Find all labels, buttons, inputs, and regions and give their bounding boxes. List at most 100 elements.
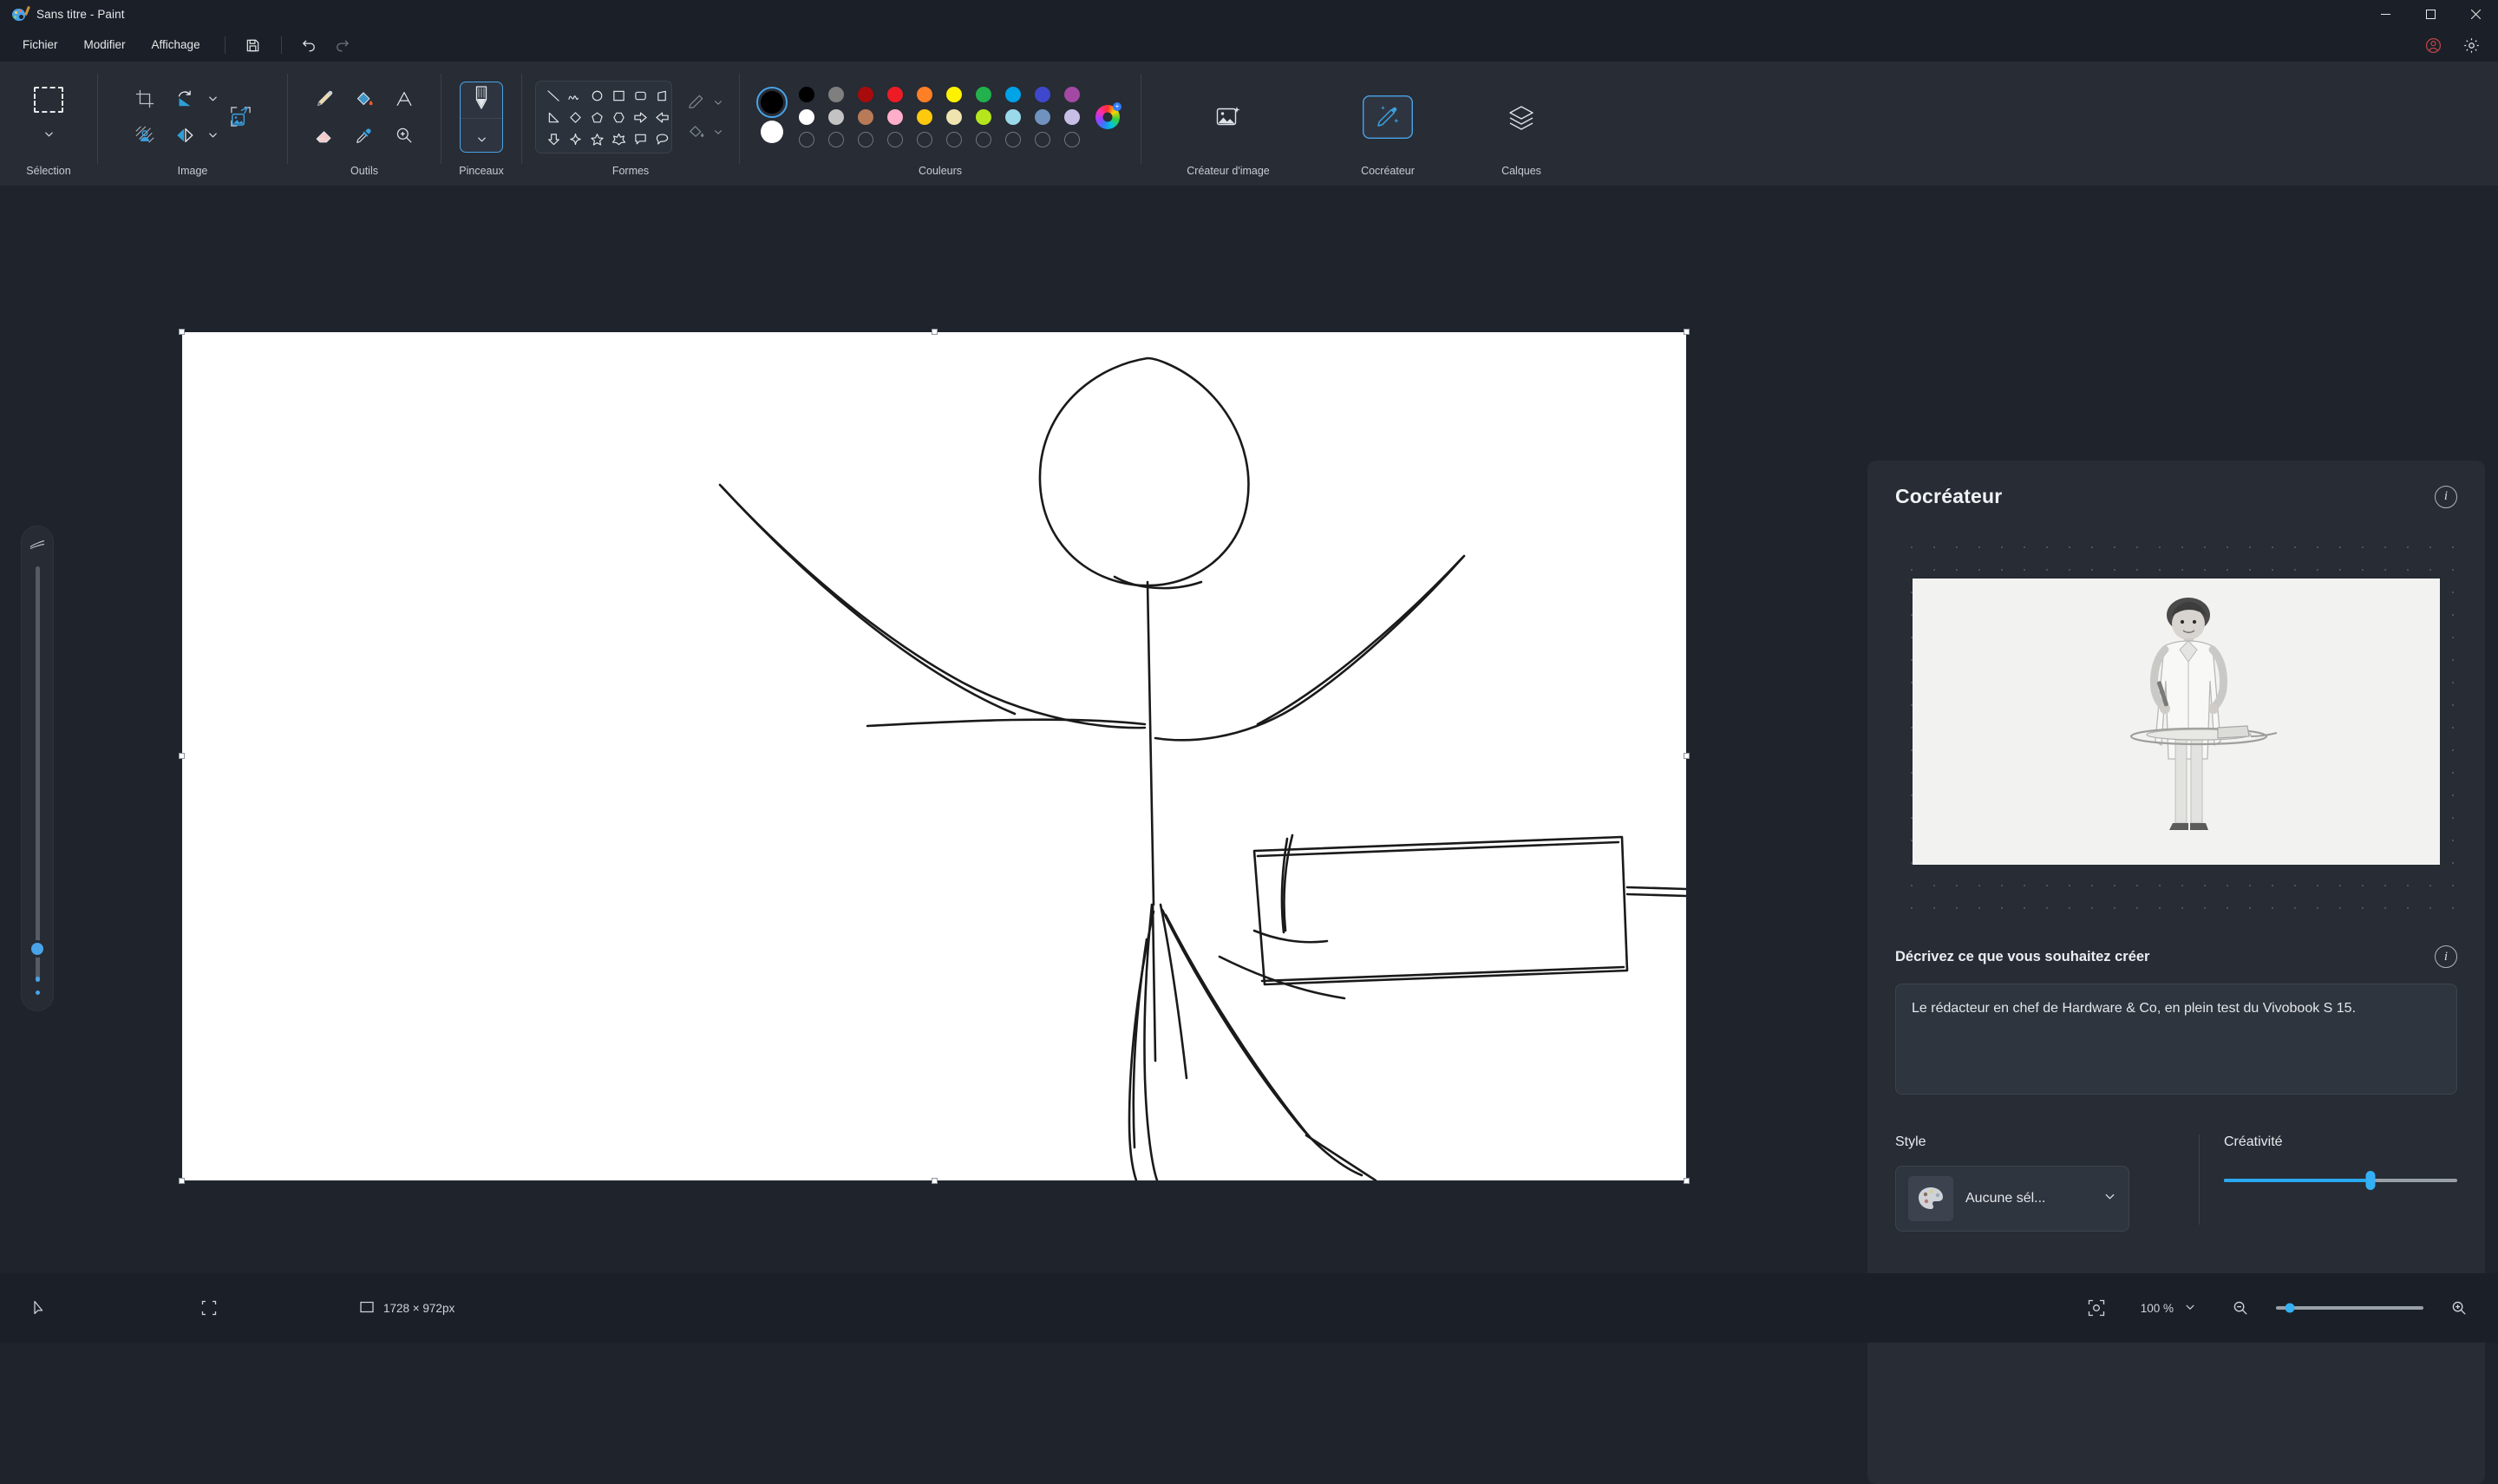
shape-fill-icon[interactable] xyxy=(681,119,710,145)
palette-swatch-row3-4[interactable] xyxy=(917,132,932,147)
redo-icon[interactable] xyxy=(327,32,358,58)
selection-rectangle-tool[interactable] xyxy=(29,82,69,117)
shape-rounded-rect[interactable] xyxy=(630,87,651,106)
zoom-out-icon[interactable] xyxy=(2220,1290,2260,1326)
layers-button[interactable] xyxy=(1496,95,1547,139)
canvas-handle-s[interactable] xyxy=(932,1178,938,1184)
palette-swatch-row1-7[interactable] xyxy=(1005,87,1021,102)
text-icon[interactable] xyxy=(384,82,424,116)
minimize-button[interactable] xyxy=(2363,0,2408,29)
shape-fill-chevron-down-icon[interactable] xyxy=(710,119,726,145)
brush-tool-button[interactable] xyxy=(460,82,503,153)
canvas-handle-se[interactable] xyxy=(1684,1178,1690,1184)
crop-icon[interactable] xyxy=(125,82,165,116)
menu-item-affichage[interactable]: Affichage xyxy=(140,34,213,56)
style-chevron-down-icon[interactable] xyxy=(2103,1190,2116,1207)
remove-background-icon[interactable] xyxy=(125,118,165,153)
shape-arrow-right[interactable] xyxy=(630,108,651,127)
maximize-button[interactable] xyxy=(2408,0,2453,29)
style-selector[interactable]: Aucune sél... xyxy=(1895,1166,2129,1232)
save-icon[interactable] xyxy=(238,32,269,58)
menu-item-modifier[interactable]: Modifier xyxy=(72,34,138,56)
secondary-color-swatch[interactable] xyxy=(761,121,783,143)
prompt-input[interactable]: Le rédacteur en chef de Hardware & Co, e… xyxy=(1895,984,2457,1095)
shape-triangle[interactable] xyxy=(543,108,565,127)
shape-arrow-down[interactable] xyxy=(543,130,565,149)
prompt-info-icon[interactable]: i xyxy=(2435,945,2457,968)
cocreator-button[interactable] xyxy=(1363,95,1413,139)
info-icon[interactable]: i xyxy=(2435,486,2457,508)
canvas-handle-nw[interactable] xyxy=(179,329,185,335)
canvas-handle-w[interactable] xyxy=(179,753,185,759)
shape-callout-round[interactable] xyxy=(651,130,672,149)
palette-swatch-row2-5[interactable] xyxy=(946,109,962,125)
primary-color-swatch[interactable] xyxy=(761,91,783,114)
creativity-slider[interactable] xyxy=(2224,1171,2457,1190)
flip-chevron-down-icon[interactable] xyxy=(205,118,220,153)
ai-generated-preview[interactable] xyxy=(1913,579,2440,865)
brush-chevron-down-icon[interactable] xyxy=(476,129,487,150)
magnifier-icon[interactable] xyxy=(384,118,424,153)
brush-size-track[interactable] xyxy=(36,566,40,982)
shape-circle[interactable] xyxy=(586,87,608,106)
palette-swatch-row3-0[interactable] xyxy=(799,132,814,147)
cursor-icon[interactable] xyxy=(19,1290,59,1326)
palette-swatch-row2-6[interactable] xyxy=(976,109,991,125)
palette-swatch-row1-8[interactable] xyxy=(1035,87,1050,102)
palette-swatch-row2-2[interactable] xyxy=(858,109,873,125)
palette-swatch-row2-1[interactable] xyxy=(828,109,844,125)
resize-icon[interactable] xyxy=(220,100,260,134)
palette-swatch-row3-8[interactable] xyxy=(1035,132,1050,147)
shape-square[interactable] xyxy=(608,87,630,106)
canvas-handle-sw[interactable] xyxy=(179,1178,185,1184)
flip-icon[interactable] xyxy=(165,118,205,153)
shape-six-point-star[interactable] xyxy=(608,130,630,149)
shape-hexagon[interactable] xyxy=(608,108,630,127)
palette-swatch-row1-5[interactable] xyxy=(946,87,962,102)
shape-pentagon[interactable] xyxy=(586,108,608,127)
creativity-thumb[interactable] xyxy=(2366,1171,2376,1190)
palette-swatch-row2-0[interactable] xyxy=(799,109,814,125)
account-icon[interactable] xyxy=(2418,30,2448,60)
palette-swatch-row2-7[interactable] xyxy=(1005,109,1021,125)
shape-callout-rect[interactable] xyxy=(630,130,651,149)
undo-icon[interactable] xyxy=(294,32,325,58)
rotate-icon[interactable] xyxy=(165,82,205,116)
fit-to-window-icon[interactable] xyxy=(2076,1290,2116,1326)
selection-chevron-down-icon[interactable] xyxy=(41,117,56,152)
rotate-chevron-down-icon[interactable] xyxy=(205,82,220,116)
shape-outline-icon[interactable] xyxy=(681,89,710,115)
zoom-slider-thumb[interactable] xyxy=(2285,1304,2295,1313)
palette-swatch-row2-4[interactable] xyxy=(917,109,932,125)
shape-right-triangle[interactable] xyxy=(651,87,672,106)
zoom-level-selector[interactable]: 100 % xyxy=(2132,1295,2205,1322)
pencil-icon[interactable] xyxy=(304,82,344,116)
selection-size-icon[interactable] xyxy=(189,1290,229,1326)
palette-swatch-row1-6[interactable] xyxy=(976,87,991,102)
palette-swatch-row3-1[interactable] xyxy=(828,132,844,147)
fill-icon[interactable] xyxy=(344,82,384,116)
shape-four-point-star[interactable] xyxy=(565,130,586,149)
zoom-slider-track[interactable] xyxy=(2276,1306,2423,1310)
palette-swatch-row1-0[interactable] xyxy=(799,87,814,102)
palette-swatch-row1-2[interactable] xyxy=(858,87,873,102)
eraser-icon[interactable] xyxy=(304,118,344,153)
brush-size-slider[interactable] xyxy=(21,526,54,1011)
palette-swatch-row3-2[interactable] xyxy=(858,132,873,147)
paint-canvas[interactable] xyxy=(182,332,1686,1180)
shape-diamond[interactable] xyxy=(565,108,586,127)
zoom-chevron-down-icon[interactable] xyxy=(2184,1301,2196,1316)
palette-swatch-row2-3[interactable] xyxy=(887,109,903,125)
gear-icon[interactable] xyxy=(2456,30,2486,60)
shape-arrow-left[interactable] xyxy=(651,108,672,127)
palette-swatch-row1-1[interactable] xyxy=(828,87,844,102)
shape-curve[interactable] xyxy=(565,87,586,106)
shape-ribbon[interactable] xyxy=(565,152,586,154)
image-creator-button[interactable] xyxy=(1203,95,1253,139)
menu-item-fichier[interactable]: Fichier xyxy=(10,34,70,56)
canvas-handle-e[interactable] xyxy=(1684,753,1690,759)
palette-swatch-row3-7[interactable] xyxy=(1005,132,1021,147)
eyedropper-icon[interactable] xyxy=(344,118,384,153)
brush-size-thumb[interactable] xyxy=(31,943,43,955)
palette-swatch-row3-5[interactable] xyxy=(946,132,962,147)
